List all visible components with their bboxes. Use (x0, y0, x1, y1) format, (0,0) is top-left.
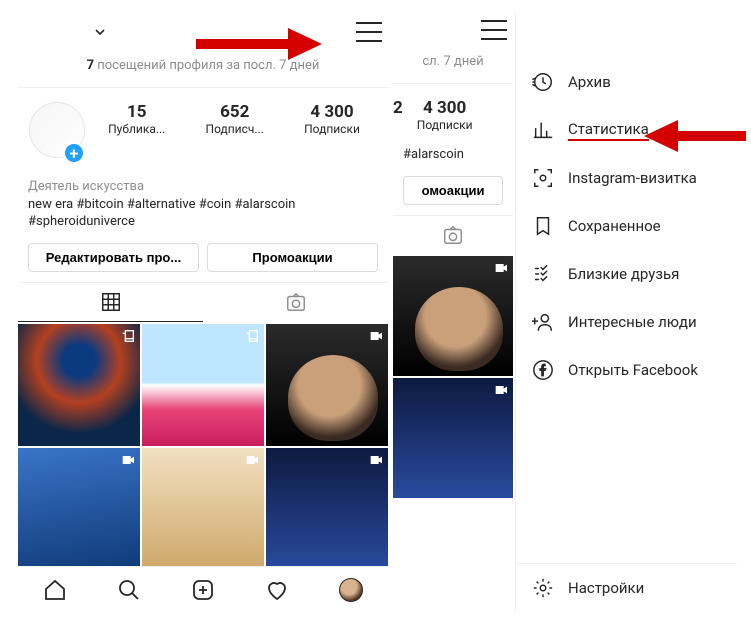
tagged-icon (285, 291, 307, 313)
stat[interactable]: 2 (393, 98, 403, 132)
menu-label: Архив (568, 73, 611, 91)
video-icon (493, 382, 509, 398)
visits-text: посещений профиля за посл. 7 дней (97, 58, 319, 73)
bio-text-1: new era #bitcoin #alternative #coin #ala… (28, 196, 378, 214)
menu-label: Открыть Facebook (568, 361, 698, 379)
post-tile[interactable] (142, 324, 264, 446)
menu-button[interactable] (356, 22, 382, 42)
bio: Деятель искусства new era #bitcoin #alte… (18, 168, 388, 237)
profile-screen-right: сл. 7 дней 2 4 300Подписки #alarscoin ом… (393, 12, 513, 612)
post-tile[interactable] (18, 448, 140, 570)
nav-search[interactable] (116, 577, 142, 603)
promotions-button[interactable]: омоакции (403, 176, 503, 205)
bio-text-2: #spheroiduniverce (28, 213, 378, 231)
post-tile[interactable] (266, 324, 388, 446)
header: username (18, 12, 388, 50)
grid-icon (100, 291, 122, 313)
menu-label: Интересные люди (568, 313, 697, 331)
stat-followers[interactable]: 652Подписч... (206, 102, 264, 136)
menu-discover-people[interactable]: Интересные люди (516, 298, 737, 346)
menu-saved[interactable]: Сохраненное (516, 202, 737, 250)
menu-label: Близкие друзья (568, 265, 679, 283)
menu-settings[interactable]: Настройки (516, 563, 737, 612)
post-tile[interactable] (18, 324, 140, 446)
video-icon (244, 452, 260, 468)
menu-insights[interactable]: Статистика (516, 106, 737, 154)
post-tile[interactable] (393, 256, 513, 376)
avatar[interactable]: + (26, 102, 88, 164)
carousel-icon (244, 328, 260, 344)
nametag-icon (532, 167, 554, 189)
post-grid (18, 322, 388, 570)
nav-activity[interactable] (264, 577, 290, 603)
menu-archive[interactable]: Архив (516, 58, 737, 106)
add-post-icon (191, 578, 215, 602)
post-tile[interactable] (142, 448, 264, 570)
stat[interactable]: 4 300Подписки (417, 98, 473, 132)
menu-label: Instagram-визитка (568, 169, 697, 187)
menu-label: Статистика (568, 120, 649, 141)
menu-open-facebook[interactable]: Открыть Facebook (516, 346, 737, 394)
stats-row: + 15Публика... 652Подписч... 4 300Подпис… (18, 88, 388, 168)
close-friends-icon (532, 263, 554, 285)
chevron-down-icon (95, 27, 105, 37)
tab-grid[interactable] (18, 283, 203, 322)
profile-visits: 7 посещений профиля за посл. 7 дней (18, 50, 388, 88)
stat-following[interactable]: 4 300Подписки (304, 102, 360, 136)
settings-icon (532, 577, 554, 599)
post-tile[interactable] (266, 448, 388, 570)
tab-tagged[interactable] (393, 216, 513, 254)
stat-posts[interactable]: 15Публика... (108, 102, 165, 136)
edit-profile-button[interactable]: Редактировать про... (28, 243, 199, 272)
add-story-badge[interactable]: + (63, 142, 85, 164)
video-icon (120, 452, 136, 468)
search-icon (117, 578, 141, 602)
video-icon (368, 328, 384, 344)
facebook-icon (532, 359, 554, 381)
video-icon (368, 452, 384, 468)
category-label: Деятель искусства (28, 178, 378, 196)
home-icon (43, 578, 67, 602)
menu-label: Настройки (568, 579, 644, 597)
nav-profile[interactable] (338, 577, 364, 603)
profile-visits: сл. 7 дней (393, 46, 513, 84)
menu-nametag[interactable]: Instagram-визитка (516, 154, 737, 202)
avatar-icon (339, 578, 363, 602)
tagged-icon (442, 224, 464, 246)
nav-home[interactable] (42, 577, 68, 603)
heart-icon (265, 578, 289, 602)
nav-add[interactable] (190, 577, 216, 603)
archive-icon (532, 71, 554, 93)
discover-people-icon (532, 311, 554, 333)
video-icon (493, 260, 509, 276)
side-menu: Архив Статистика Instagram-визитка Сохра… (515, 12, 737, 612)
bottom-nav (18, 566, 388, 612)
bookmark-icon (532, 215, 554, 237)
menu-button[interactable] (481, 20, 507, 40)
carousel-icon (120, 328, 136, 344)
feed-tabs (18, 282, 388, 322)
profile-screen-left: username 7 посещений профиля за посл. 7 … (18, 12, 388, 612)
menu-close-friends[interactable]: Близкие друзья (516, 250, 737, 298)
bio-text: #alarscoin (403, 146, 503, 164)
username-dropdown[interactable]: username (24, 20, 109, 44)
insights-icon (532, 119, 554, 141)
visits-count: 7 (87, 58, 94, 73)
promotions-button[interactable]: Промоакции (207, 243, 378, 272)
menu-label: Сохраненное (568, 217, 661, 235)
tab-tagged[interactable] (203, 283, 388, 322)
post-tile[interactable] (393, 378, 513, 498)
